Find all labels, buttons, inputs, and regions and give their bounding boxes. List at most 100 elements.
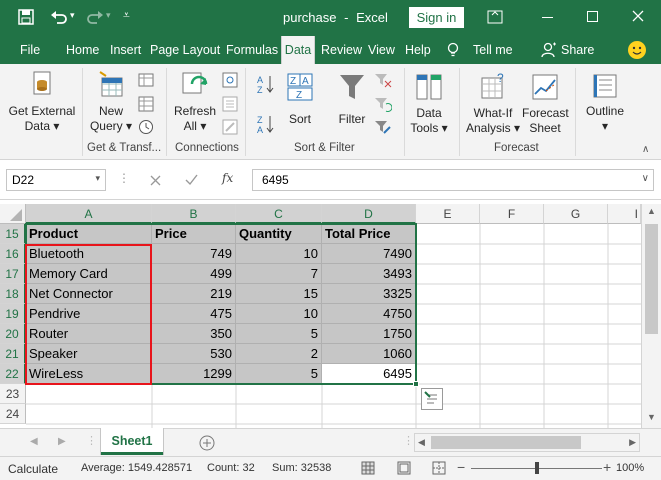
advanced-filter-icon[interactable] [374,119,392,135]
column-header-g[interactable]: G [544,204,608,224]
tab-review[interactable]: Review [321,36,362,64]
ribbon-display-options-icon[interactable] [487,10,503,24]
redo-dropdown-icon[interactable]: ▾ [106,10,111,21]
row-header-15[interactable]: 15 [0,224,26,244]
undo-dropdown-icon[interactable]: ▾ [70,10,75,21]
reapply-filter-icon[interactable] [374,96,392,112]
zoom-in-button[interactable]: + [603,459,611,475]
row-header-17[interactable]: 17 [0,264,26,284]
save-icon[interactable] [18,9,34,25]
next-sheet-icon[interactable]: ▶ [58,436,66,447]
filter-button[interactable]: Filter [333,72,371,127]
data-tools-button[interactable]: Data Tools ▾ [409,72,449,136]
clear-filter-icon[interactable] [374,72,392,88]
refresh-all-button[interactable]: Refresh All ▾ [172,70,218,134]
sign-in-button[interactable]: Sign in [409,7,464,28]
column-header-b[interactable]: B [152,204,236,224]
row-header-20[interactable]: 20 [0,324,26,344]
outline-button[interactable]: Outline ▾ [581,72,629,134]
calc-mode-label[interactable]: Calculate [8,462,58,476]
horizontal-scroll-thumb[interactable] [431,436,581,449]
count-label[interactable]: Count: 32 [207,462,255,474]
vertical-scroll-thumb[interactable] [645,224,658,334]
from-table-icon[interactable] [138,96,154,112]
svg-text:A: A [302,76,309,87]
tab-help[interactable]: Help [405,36,431,64]
customize-toolbar-icon[interactable]: ⩡ [123,8,130,23]
smiley-feedback-icon[interactable] [627,40,647,60]
tab-data[interactable]: Data [281,36,315,64]
new-query-button[interactable]: New Query ▾ [88,70,134,134]
column-header-f[interactable]: F [480,204,544,224]
close-icon[interactable] [632,10,644,22]
scroll-left-icon[interactable]: ◀ [418,437,425,448]
sheet-tab-sheet1[interactable]: Sheet1 [101,428,163,455]
horizontal-scrollbar[interactable]: ◀ ▶ [414,433,640,452]
what-if-analysis-button[interactable]: ? What-If Analysis ▾ [465,72,521,136]
zoom-out-button[interactable]: − [457,459,465,475]
vertical-scrollbar[interactable]: ▲ ▼ [641,204,661,428]
tab-page-layout[interactable]: Page Layout [150,36,220,64]
maximize-icon[interactable] [587,11,598,22]
page-break-preview-icon[interactable] [432,461,446,475]
scroll-up-icon[interactable]: ▲ [647,206,656,216]
zoom-level[interactable]: 100% [616,462,644,474]
page-layout-view-icon[interactable] [397,461,411,475]
prev-sheet-icon[interactable]: ◀ [30,436,38,447]
undo-icon[interactable] [50,9,68,25]
insert-function-icon[interactable]: fx [222,171,233,185]
quick-analysis-button[interactable] [421,388,443,410]
column-header-d[interactable]: D [322,204,416,224]
sort-z-to-a-icon[interactable]: ZA [256,114,276,134]
row-header-24[interactable]: 24 [0,404,26,424]
column-header-e[interactable]: E [416,204,480,224]
column-header-a[interactable]: A [26,204,152,224]
tell-me-search[interactable]: Tell me [473,36,513,64]
column-header-c[interactable]: C [236,204,322,224]
worksheet-grid[interactable]: A B C D E F G I 15 16 17 18 19 20 21 22 … [0,204,641,428]
share-button[interactable]: Share [561,36,594,64]
cancel-formula-icon[interactable] [150,175,161,186]
row-header-19[interactable]: 19 [0,304,26,324]
expand-formula-bar-icon[interactable]: ∨ [642,173,649,184]
row-header-21[interactable]: 21 [0,344,26,364]
show-queries-icon[interactable] [138,72,154,88]
sort-button[interactable]: ZAZ Sort [282,72,318,127]
tab-formulas[interactable]: Formulas [226,36,278,64]
fill-handle[interactable] [413,381,419,387]
row-header-23[interactable]: 23 [0,384,26,404]
normal-view-icon[interactable] [361,461,375,475]
connections-icon[interactable] [222,72,238,88]
row-header-22[interactable]: 22 [0,364,26,384]
recent-sources-icon[interactable] [138,119,154,135]
minimize-icon[interactable] [542,17,553,18]
scroll-right-icon[interactable]: ▶ [629,437,636,448]
forecast-sheet-button[interactable]: Forecast Sheet [522,72,569,136]
filter-label: Filter [338,112,366,126]
new-sheet-icon[interactable] [199,435,215,451]
column-header-i[interactable]: I [608,204,641,224]
row-header-18[interactable]: 18 [0,284,26,304]
enter-formula-icon[interactable] [185,174,198,186]
zoom-slider-thumb[interactable] [535,462,539,474]
sum-label[interactable]: Sum: 32538 [272,462,331,474]
get-external-data-button[interactable]: Get External Data ▾ [6,70,78,134]
collapse-ribbon-icon[interactable]: ∧ [642,144,649,155]
formula-input[interactable]: 6495 ∨ [252,169,654,191]
average-label[interactable]: Average: 1549.428571 [81,462,192,474]
share-icon [541,42,556,58]
properties-icon[interactable] [222,96,238,112]
sort-a-to-z-icon[interactable]: AZ [256,74,276,94]
select-all-corner[interactable] [0,204,26,224]
name-box-dropdown-icon[interactable]: ▾ [95,173,100,184]
redo-icon[interactable] [86,9,104,25]
name-box[interactable]: D22 ▾ [6,169,106,191]
tab-insert[interactable]: Insert [110,36,141,64]
edit-links-icon[interactable] [222,119,238,135]
scroll-down-icon[interactable]: ▼ [647,412,656,422]
svg-text:A: A [257,125,263,134]
row-header-16[interactable]: 16 [0,244,26,264]
tab-file[interactable]: File [20,36,40,64]
tab-view[interactable]: View [368,36,395,64]
tab-home[interactable]: Home [66,36,99,64]
